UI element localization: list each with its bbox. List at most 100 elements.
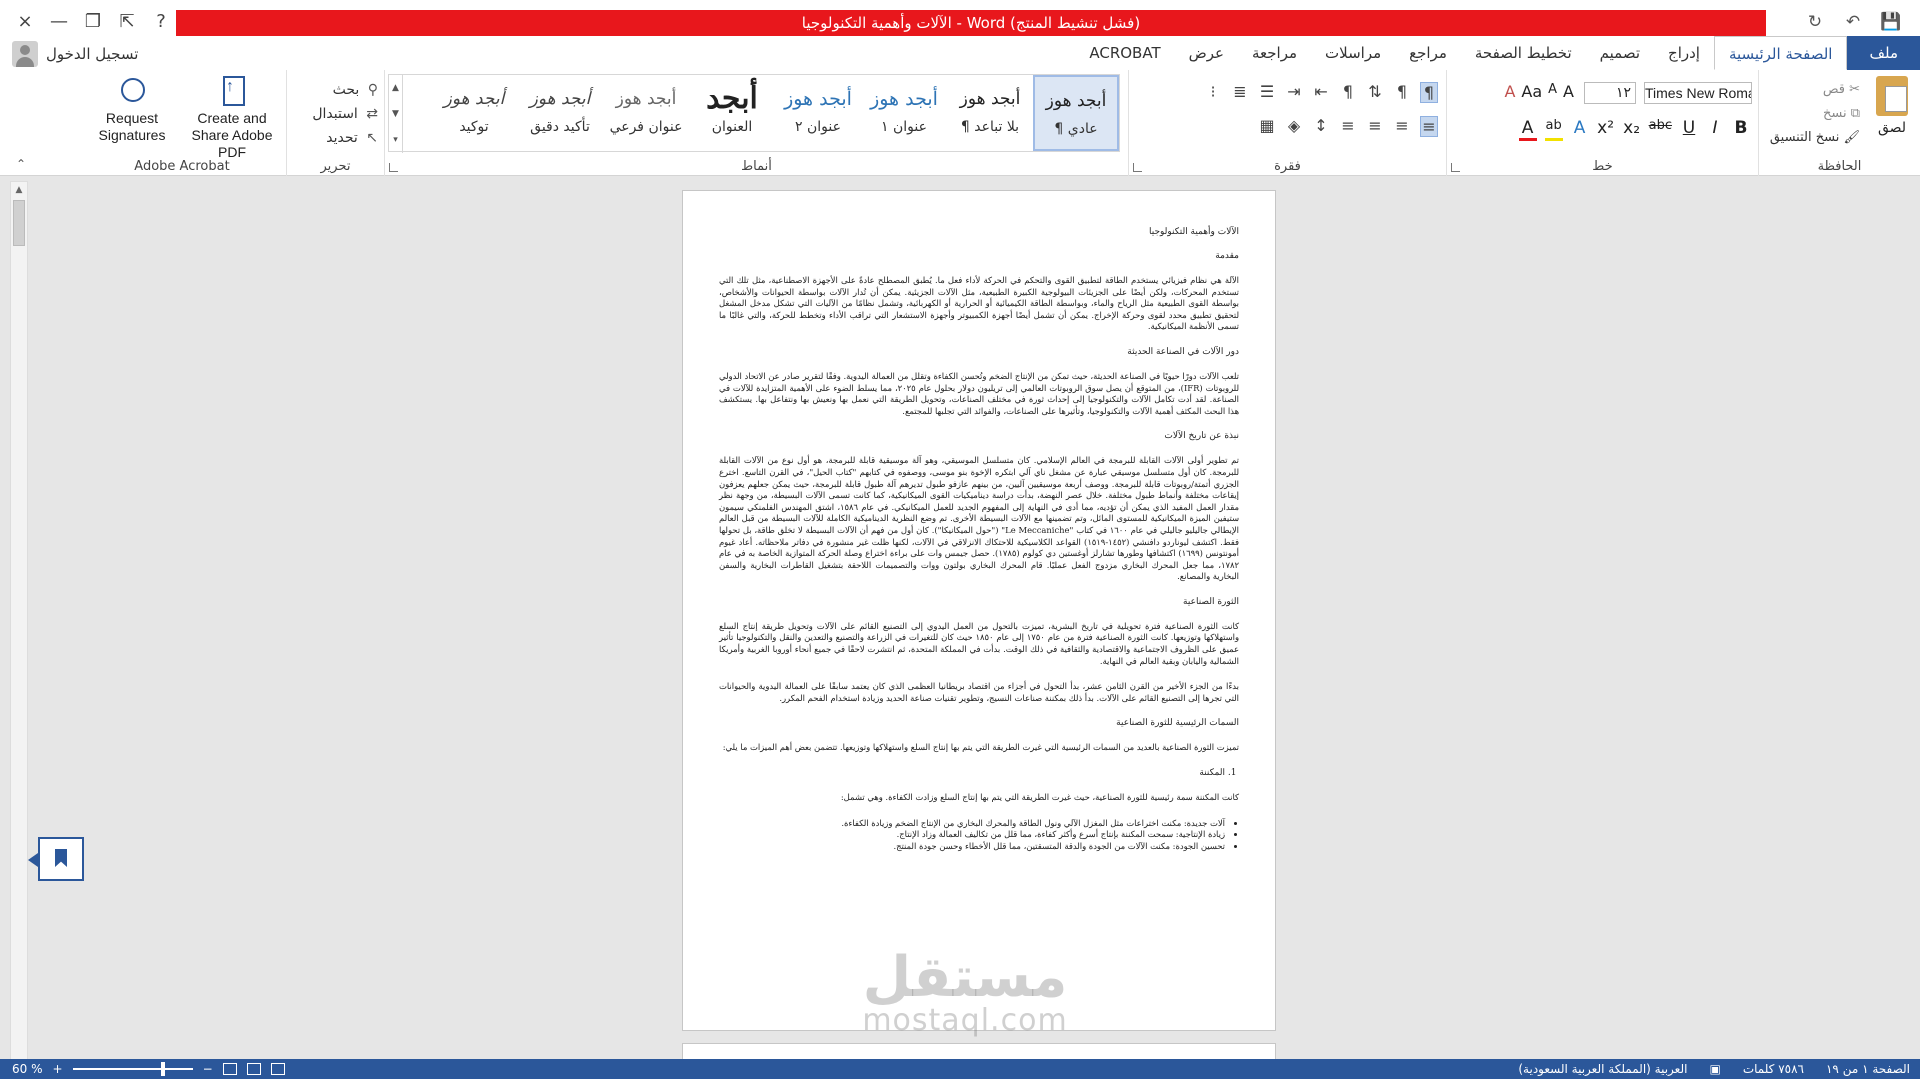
minimize-icon[interactable]: —	[42, 8, 76, 36]
cut-button[interactable]: قص ✂	[1750, 78, 1860, 102]
tab-review[interactable]: مراجعة	[1238, 36, 1311, 70]
subscript-button[interactable]: x₂	[1623, 118, 1641, 141]
clear-formatting-icon[interactable]: A	[1504, 82, 1515, 101]
sort-icon[interactable]: ⇅	[1366, 82, 1384, 103]
paragraph-role: تلعب الآلات دورًا حيويًا في الصناعة الحد…	[719, 370, 1240, 416]
style-heading-1[interactable]: أبجد هوز عنوان ١	[861, 75, 947, 151]
font-format-row: B I U abc x₂ x² A ab A	[1518, 118, 1750, 141]
style-title[interactable]: أبجد العنوان	[689, 75, 775, 151]
text-effects-button[interactable]: A	[1571, 118, 1589, 141]
style-subtitle[interactable]: أبجد هوز عنوان فرعي	[603, 75, 689, 151]
avatar	[12, 41, 38, 67]
print-layout-icon[interactable]	[246, 1063, 261, 1075]
borders-icon[interactable]: ▦	[1258, 116, 1276, 137]
tab-acrobat[interactable]: ACROBAT	[1075, 36, 1174, 70]
undo-icon[interactable]: ↶	[1836, 8, 1870, 36]
numbering-icon[interactable]: ≣	[1231, 82, 1249, 103]
justify-icon[interactable]: ≡	[1339, 116, 1357, 137]
underline-button[interactable]: U	[1680, 118, 1698, 141]
proofing-icon[interactable]: ▣	[1709, 1059, 1720, 1079]
font-size-box[interactable]: ١٢	[1584, 82, 1636, 104]
tab-mailings[interactable]: مراسلات	[1311, 36, 1395, 70]
request-signatures-label: Request Signatures	[98, 110, 166, 143]
style-no-spacing[interactable]: أبجد هوز ¶ بلا تباعد	[947, 75, 1033, 151]
style-sample: أبجد هوز	[529, 89, 591, 109]
styles-group: أبجد هوز ¶ عادي أبجد هوز ¶ بلا تباعد أبج…	[384, 70, 1128, 176]
bold-button[interactable]: B	[1732, 118, 1750, 141]
font-name-box[interactable]: Times New Roman	[1644, 82, 1752, 104]
align-center-icon[interactable]: ≡	[1393, 116, 1411, 137]
chevron-up-icon[interactable]: ▲	[389, 75, 402, 101]
style-emphasis[interactable]: أبجد هوز توكيد	[431, 75, 517, 151]
bullets-icon[interactable]: ⁝	[1204, 82, 1222, 103]
format-painter-button[interactable]: نسخ التنسيق 🖌	[1750, 126, 1860, 150]
document-page[interactable]: الآلات وأهمية التكنولوجيا مقدمة الآلة هي…	[682, 190, 1276, 1031]
save-icon[interactable]: 💾	[1874, 8, 1908, 36]
tab-insert[interactable]: إدراج	[1654, 36, 1714, 70]
align-left-icon[interactable]: ≡	[1366, 116, 1384, 137]
italic-button[interactable]: I	[1706, 118, 1724, 141]
web-layout-icon[interactable]	[222, 1063, 237, 1075]
paragraph-row-1: ¶ ¶ ⇅ ¶ ⇤ ⇥ ☰ ≣ ⁝	[1204, 82, 1438, 103]
tab-layout[interactable]: تخطيط الصفحة	[1461, 36, 1586, 70]
collapse-ribbon-icon[interactable]: ⌃	[16, 157, 26, 171]
close-icon[interactable]: ×	[8, 8, 42, 36]
multilevel-list-icon[interactable]: ☰	[1258, 82, 1276, 103]
shading-icon[interactable]: ◈	[1285, 116, 1303, 137]
tab-file[interactable]: ملف	[1847, 36, 1920, 70]
restore-icon[interactable]: ❐	[76, 8, 110, 36]
zoom-level[interactable]: 60 %	[12, 1059, 43, 1079]
scroll-thumb[interactable]	[13, 200, 25, 246]
scroll-up-icon[interactable]: ▲	[11, 182, 27, 198]
zoom-in-icon[interactable]: +	[53, 1059, 63, 1079]
style-subtle-emphasis[interactable]: أبجد هوز تأكيد دقيق	[517, 75, 603, 151]
tab-references[interactable]: مراجع	[1395, 36, 1461, 70]
page-count[interactable]: الصفحة ١ من ١٩	[1826, 1059, 1910, 1079]
font-color-button[interactable]: A	[1518, 118, 1537, 141]
tab-design[interactable]: تصميم	[1586, 36, 1654, 70]
ribbon-display-icon[interactable]: ⇱	[110, 8, 144, 36]
style-heading-2[interactable]: أبجد هوز عنوان ٢	[775, 75, 861, 151]
copy-button[interactable]: نسخ ⧉	[1750, 102, 1860, 126]
shrink-font-button[interactable]: A	[1548, 82, 1557, 101]
word-count[interactable]: ٧٥٨٦ كلمات	[1743, 1059, 1804, 1079]
sign-in[interactable]: تسجيل الدخول	[12, 41, 138, 67]
zoom-slider[interactable]	[72, 1062, 193, 1076]
zoom-out-icon[interactable]: −	[203, 1059, 213, 1079]
language-indicator[interactable]: العربية (المملكة العربية السعودية)	[1518, 1059, 1687, 1079]
style-normal[interactable]: أبجد هوز ¶ عادي	[1033, 75, 1119, 151]
window-title: الآلات وأهمية التكنولوجيا - Word (فشل تن…	[176, 10, 1766, 37]
tab-home[interactable]: الصفحة الرئيسية	[1713, 36, 1848, 70]
chevron-down-icon[interactable]: ▼	[389, 101, 402, 127]
align-right-icon[interactable]: ≡	[1420, 116, 1438, 137]
change-case-button[interactable]: Aa	[1521, 82, 1542, 101]
ltr-direction-icon[interactable]: ¶	[1393, 82, 1411, 103]
indent-increase-icon[interactable]: ⇥	[1285, 82, 1303, 103]
indent-decrease-icon[interactable]: ⇤	[1312, 82, 1330, 103]
highlight-button[interactable]: ab	[1544, 118, 1563, 141]
replace-button[interactable]: استبدال ⇄	[292, 102, 378, 126]
grow-font-button[interactable]: A	[1563, 82, 1574, 101]
quick-access-toolbar: 💾 ↶ ↻	[1798, 8, 1908, 36]
create-share-pdf-button[interactable]: Create and Share Adobe PDF	[182, 76, 282, 161]
select-button[interactable]: تحديد ↖	[292, 126, 378, 150]
strikethrough-button[interactable]: abc	[1649, 118, 1672, 141]
vertical-scrollbar[interactable]: ▲	[10, 181, 28, 1061]
paragraph-features: تميزت الثورة الصناعية بالعديد من السمات …	[722, 742, 1239, 753]
editing-group: بحث ⚲ استبدال ⇄ تحديد ↖ تحرير	[286, 70, 384, 176]
redo-icon[interactable]: ↻	[1798, 8, 1832, 36]
find-button[interactable]: بحث ⚲	[292, 78, 378, 102]
style-sample: أبجد هوز	[615, 89, 677, 109]
paste-button[interactable]: لصق	[1870, 76, 1914, 136]
rtl-direction-icon[interactable]: ¶	[1420, 82, 1438, 103]
acrobat-group-label: Adobe Acrobat	[134, 159, 230, 174]
help-icon[interactable]: ?	[144, 8, 178, 36]
line-spacing-icon[interactable]: ↕	[1312, 116, 1330, 137]
read-mode-icon[interactable]	[270, 1063, 285, 1075]
tab-view[interactable]: عرض	[1175, 36, 1238, 70]
show-marks-icon[interactable]: ¶	[1339, 82, 1357, 103]
more-styles-icon[interactable]: ▾	[389, 127, 402, 153]
superscript-button[interactable]: x²	[1597, 118, 1615, 141]
request-signatures-button[interactable]: Request Signatures	[82, 76, 182, 144]
bookmark-icon[interactable]	[28, 837, 84, 881]
